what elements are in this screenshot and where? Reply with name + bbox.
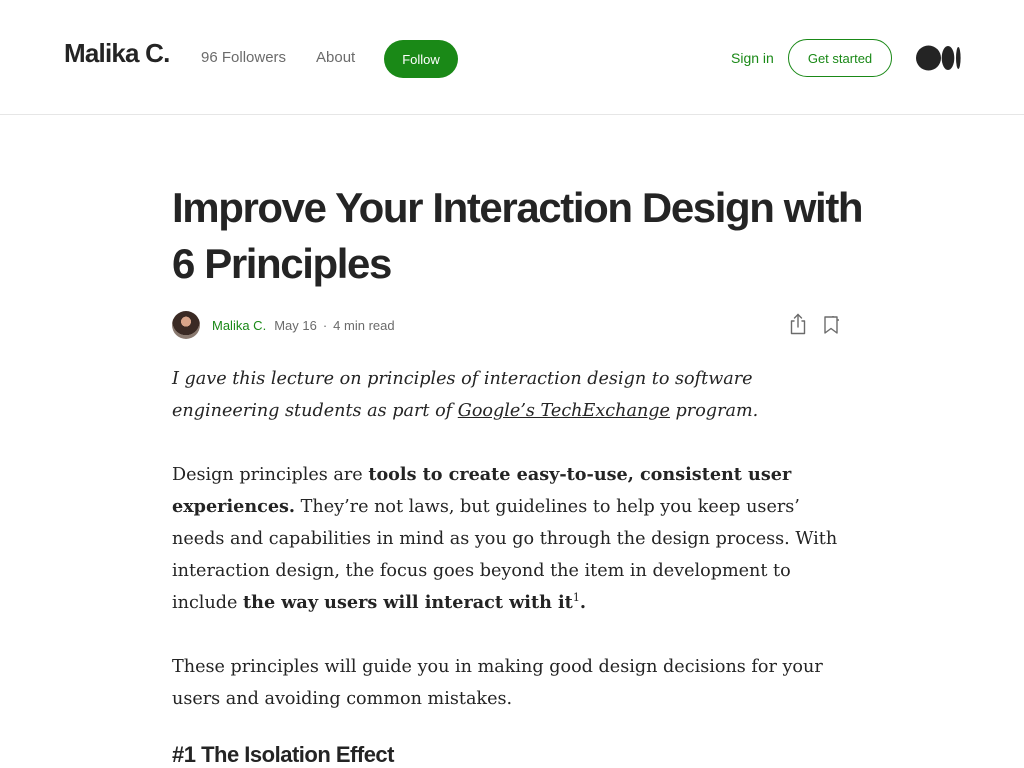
p1-bold-d: the way users will interact with it [243, 592, 573, 613]
share-icon[interactable] [788, 313, 808, 335]
article-meta: Malika C. May 16 · 4 min read [212, 318, 395, 333]
bookmark-icon[interactable] [822, 315, 840, 335]
publication-brand[interactable]: Malika C. [64, 38, 170, 69]
p1-text-a: Design principles are [172, 465, 369, 485]
paragraph-1: Design principles are tools to create ea… [172, 459, 852, 619]
publish-date: May 16 [274, 318, 317, 333]
follow-button[interactable]: Follow [384, 40, 458, 78]
read-time: 4 min read [333, 318, 395, 333]
p1-period: . [579, 592, 586, 613]
sign-in-link[interactable]: Sign in [731, 50, 774, 66]
meta-separator: · [322, 318, 328, 333]
get-started-button[interactable]: Get started [788, 39, 892, 77]
top-navigation: Malika C. 96 Followers About Follow Sign… [0, 0, 1024, 115]
about-link[interactable]: About [316, 49, 355, 66]
section-heading: #1 The Isolation Effect [172, 742, 395, 767]
author-name-link[interactable]: Malika C. [212, 318, 266, 333]
footnote-ref[interactable]: 1 [573, 591, 580, 604]
techexchange-link[interactable]: Google’s TechExchange [458, 401, 670, 421]
author-avatar[interactable] [172, 311, 200, 339]
intro-paragraph: I gave this lecture on principles of int… [172, 363, 852, 427]
medium-logo-icon[interactable] [916, 45, 962, 71]
article-title: Improve Your Interaction Design with 6 P… [172, 184, 864, 287]
paragraph-2: These principles will guide you in makin… [172, 657, 823, 709]
followers-link[interactable]: 96 Followers [201, 49, 286, 66]
intro-text-end: program. [669, 401, 759, 421]
